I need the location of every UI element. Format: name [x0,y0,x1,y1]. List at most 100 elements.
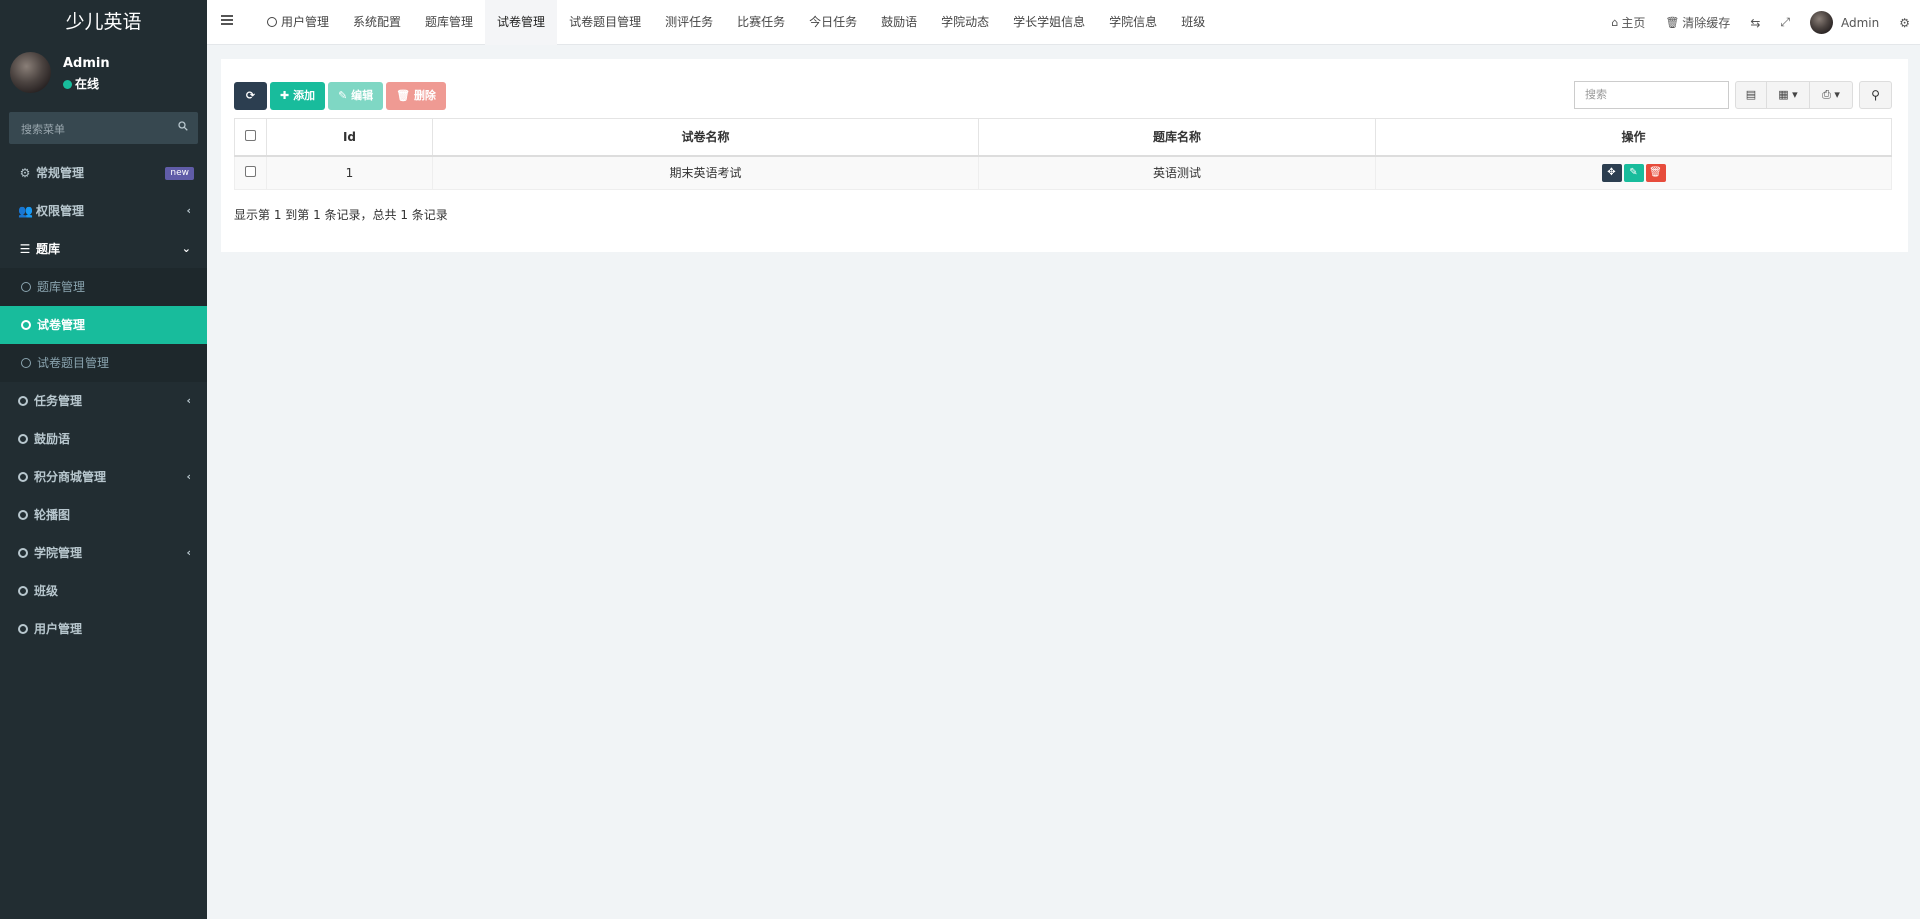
row-edit-button[interactable]: ✎ [1623,163,1644,182]
new-badge: new [165,167,194,180]
sidebar-item-label: 权限管理 [36,204,85,218]
circle-icon [18,624,28,634]
sidebar-item-label: 试卷题目管理 [37,356,110,370]
circle-icon [18,396,28,406]
clear-cache-label: 清除缓存 [1682,16,1731,30]
plus-icon: ✚ [280,89,290,102]
home-icon: ⌂ [1611,16,1619,29]
row-checkbox[interactable] [245,165,256,177]
search-icon[interactable] [178,121,188,131]
sidebar-item-label: 试卷管理 [37,318,86,332]
user-menu-label: Admin [1840,15,1880,30]
card-view-icon: ▤ [1745,88,1757,101]
select-all-checkbox[interactable] [245,129,256,141]
sidebar-item-general[interactable]: ⚙ 常规管理 new [0,154,207,192]
sidebar-item-class[interactable]: 班级 [0,572,207,610]
app-logo[interactable]: 少儿英语 [0,0,207,44]
tab-college-news[interactable]: 学院动态 [929,0,1001,45]
columns-toggle-button[interactable]: ▦ ▾ [1767,81,1810,109]
fullscreen-button[interactable]: ⤢ [1770,15,1800,30]
language-toggle[interactable]: ⇆ [1740,16,1770,30]
refresh-button[interactable]: ⟳ [234,82,267,110]
tab-user-manage[interactable]: 用户管理 [255,0,341,45]
table-search-placeholder: 搜索 [1585,88,1607,101]
sidebar-item-paper-manage[interactable]: 试卷管理 [0,306,207,344]
sidebar-item-encouragement[interactable]: 鼓励语 [0,420,207,458]
top-navbar: 用户管理 系统配置 题库管理 试卷管理 试卷题目管理 测评任务 比赛任务 今日任… [207,0,1920,45]
circle-icon [18,510,28,520]
circle-icon [21,282,31,292]
avatar [10,52,51,93]
tab-paper-manage[interactable]: 试卷管理 [485,0,558,45]
gears-icon: ⚙ [1899,15,1910,30]
user-menu[interactable]: Admin [1800,11,1889,34]
move-icon: ✥ [1607,166,1616,178]
table-search-input[interactable]: 搜索 [1574,81,1729,109]
add-label: 添加 [293,89,316,102]
gears-icon: ⚙ [19,166,31,180]
online-dot-icon [63,80,72,89]
sidebar-item-permissions[interactable]: 👥 权限管理 ‹ [0,192,207,230]
sidebar-item-carousel[interactable]: 轮播图 [0,496,207,534]
edit-button[interactable]: ✎ 编辑 [328,82,384,110]
tab-paper-question-manage[interactable]: 试卷题目管理 [557,0,653,45]
user-name: Admin [63,56,110,71]
delete-button[interactable]: 🗑 删除 [386,82,446,110]
pencil-icon: ✎ [338,89,348,102]
tab-bank-manage[interactable]: 题库管理 [413,0,485,45]
clear-cache-button[interactable]: 🗑 清除缓存 [1655,14,1740,31]
tab-system-config[interactable]: 系统配置 [341,0,413,45]
sidebar-item-user-manage[interactable]: 用户管理 [0,610,207,648]
sidebar-item-question-bank[interactable]: ☰ 题库 ⌄ [0,230,207,268]
settings-button[interactable]: ⚙ [1889,16,1920,30]
columns-icon: ▦ ▾ [1778,88,1798,101]
sidebar-item-label: 班级 [34,584,59,598]
cell-id: 1 [266,155,433,190]
sidebar-item-bank-manage[interactable]: 题库管理 [0,268,207,306]
group-icon: 👥 [18,204,33,218]
tab-assessment-task[interactable]: 测评任务 [653,0,725,45]
chevron-left-icon: ‹ [186,470,191,483]
sidebar-item-task-manage[interactable]: 任务管理 ‹ [0,382,207,420]
sidebar-search-placeholder: 搜索菜单 [21,123,65,136]
advanced-search-button[interactable]: ⚲ [1859,81,1892,109]
column-header-bank-name[interactable]: 题库名称 [978,118,1376,157]
circle-icon [21,320,31,330]
row-delete-button[interactable]: 🗑 [1645,163,1666,182]
add-button[interactable]: ✚ 添加 [270,82,326,110]
table-toolbar: ⟳ ✚ 添加 ✎ 编辑 🗑 删除 [234,82,446,110]
circle-icon [18,586,28,596]
export-button[interactable]: ⎙ ▾ [1810,81,1853,109]
refresh-icon: ⟳ [245,89,256,102]
card-view-button[interactable]: ▤ [1735,81,1767,109]
circle-icon [21,358,31,368]
drag-sort-button[interactable]: ✥ [1601,163,1622,182]
circle-icon [267,17,277,27]
circle-icon [18,434,28,444]
tab-competition-task[interactable]: 比赛任务 [725,0,797,45]
sidebar-item-label: 轮播图 [34,508,71,522]
sidebar-item-college-manage[interactable]: 学院管理 ‹ [0,534,207,572]
column-header-id[interactable]: Id [266,118,433,157]
column-header-paper-name[interactable]: 试卷名称 [432,118,979,157]
home-label: 主页 [1621,16,1646,30]
chevron-down-icon: ⌄ [181,242,191,255]
home-link[interactable]: ⌂ 主页 [1601,14,1655,31]
sidebar-item-paper-question-manage[interactable]: 试卷题目管理 [0,344,207,382]
tab-encouragement[interactable]: 鼓励语 [869,0,929,45]
sidebar-item-points-mall[interactable]: 积分商城管理 ‹ [0,458,207,496]
trash-icon: 🗑 [1649,166,1662,178]
tab-college-info[interactable]: 学院信息 [1097,0,1169,45]
hamburger-menu-icon[interactable] [221,15,233,25]
tab-class[interactable]: 班级 [1169,0,1217,45]
pencil-icon: ✎ [1629,166,1638,178]
avatar [1809,11,1833,34]
submenu-question-bank: 题库管理 试卷管理 试卷题目管理 [0,268,207,382]
tab-senior-info[interactable]: 学长学姐信息 [1001,0,1097,45]
sidebar-item-label: 题库管理 [37,280,86,294]
sidebar-search-input[interactable]: 搜索菜单 [9,112,198,144]
user-status: 在线 [63,75,99,92]
tab-today-task[interactable]: 今日任务 [797,0,869,45]
chevron-left-icon: ‹ [186,394,191,407]
cell-paper-name: 期末英语考试 [432,155,979,190]
